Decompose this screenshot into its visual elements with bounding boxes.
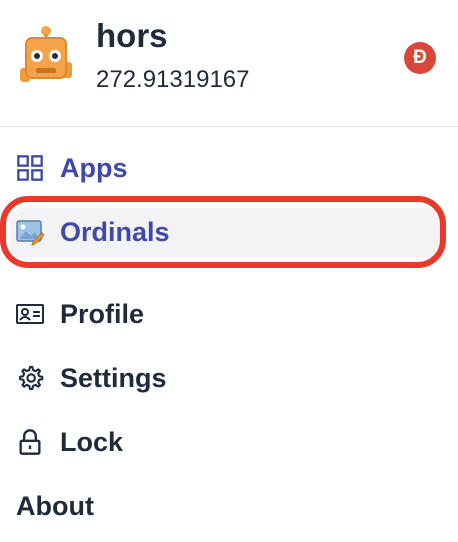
menu-item-apps[interactable]: Apps bbox=[0, 140, 458, 196]
menu-item-about[interactable]: About bbox=[0, 478, 458, 534]
menu-item-lock[interactable]: Lock bbox=[0, 414, 458, 470]
menu-item-settings[interactable]: Settings bbox=[0, 350, 458, 406]
menu-label-profile: Profile bbox=[60, 299, 145, 329]
dogecoin-icon[interactable]: Ð bbox=[404, 42, 436, 74]
menu-label-apps: Apps bbox=[60, 153, 128, 183]
lock-icon bbox=[19, 429, 41, 455]
menu-label-ordinals: Ordinals bbox=[60, 217, 170, 247]
account-name: hors bbox=[96, 17, 168, 54]
account-balance: 272.91319167 bbox=[96, 66, 250, 93]
account-header: hors 272.91319167 Ð bbox=[0, 0, 458, 127]
menu-label-about: About bbox=[16, 491, 94, 521]
ordinals-image-icon bbox=[16, 220, 44, 246]
menu-item-ordinals[interactable]: Ordinals bbox=[0, 204, 458, 260]
robot-avatar-icon[interactable] bbox=[14, 24, 78, 88]
menu-label-settings: Settings bbox=[60, 363, 167, 393]
gear-icon bbox=[19, 365, 44, 391]
menu-item-profile[interactable]: Profile bbox=[0, 286, 458, 342]
menu-label-lock: Lock bbox=[60, 427, 124, 457]
profile-card-icon bbox=[16, 304, 44, 324]
apps-grid-icon bbox=[17, 155, 43, 181]
